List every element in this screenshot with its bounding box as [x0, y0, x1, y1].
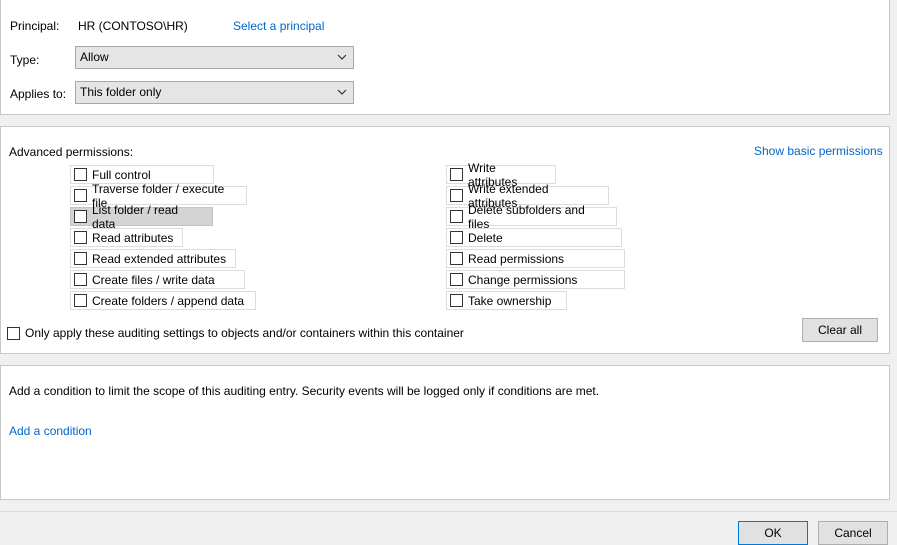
- perm-label: Change permissions: [468, 272, 578, 287]
- checkbox[interactable]: [450, 273, 463, 286]
- perm-label: Read permissions: [468, 251, 565, 266]
- only-apply-checkbox-row[interactable]: Only apply these auditing settings to ob…: [7, 326, 464, 340]
- perm-label: Take ownership: [468, 293, 552, 308]
- perm-label: Delete subfolders and files: [468, 202, 585, 231]
- show-basic-permissions-link[interactable]: Show basic permissions: [754, 144, 883, 158]
- perm-list-folder[interactable]: List folder / read data: [70, 203, 213, 231]
- perm-label: Create folders / append data: [92, 293, 245, 308]
- perm-label: List folder / read data: [92, 202, 179, 231]
- add-condition-link[interactable]: Add a condition: [9, 424, 92, 438]
- checkbox[interactable]: [450, 168, 463, 181]
- condition-description: Add a condition to limit the scope of th…: [9, 384, 600, 398]
- cancel-button[interactable]: Cancel: [818, 521, 888, 545]
- applies-to-label: Applies to:: [10, 87, 67, 101]
- applies-to-dropdown[interactable]: This folder only: [75, 81, 354, 104]
- checkbox[interactable]: [450, 189, 463, 202]
- perm-label: Read extended attributes: [92, 251, 227, 266]
- clear-all-button[interactable]: Clear all: [802, 318, 878, 342]
- advanced-permissions-label: Advanced permissions:: [9, 145, 134, 159]
- type-dropdown-value: Allow: [80, 50, 109, 64]
- perm-delete[interactable]: Delete: [446, 228, 622, 247]
- perm-read-extended-attributes[interactable]: Read extended attributes: [70, 249, 236, 268]
- checkbox[interactable]: [74, 231, 87, 244]
- applies-to-dropdown-value: This folder only: [80, 85, 162, 99]
- ok-button[interactable]: OK: [738, 521, 808, 545]
- checkbox[interactable]: [74, 168, 87, 181]
- footer-separator: [0, 511, 897, 512]
- checkbox[interactable]: [74, 294, 87, 307]
- checkbox[interactable]: [450, 210, 463, 223]
- type-dropdown[interactable]: Allow: [75, 46, 354, 69]
- checkbox[interactable]: [74, 210, 87, 223]
- checkbox[interactable]: [450, 231, 463, 244]
- perm-delete-subfolders[interactable]: Delete subfolders and files: [446, 203, 617, 231]
- advanced-permissions-panel: Advanced permissions: Show basic permiss…: [0, 126, 890, 354]
- perm-take-ownership[interactable]: Take ownership: [446, 291, 567, 310]
- principal-label: Principal:: [10, 19, 60, 33]
- select-principal-link[interactable]: Select a principal: [233, 19, 324, 33]
- checkbox[interactable]: [74, 273, 87, 286]
- checkbox[interactable]: [450, 294, 463, 307]
- principal-value: HR (CONTOSO\HR): [78, 19, 188, 33]
- chevron-down-icon: [337, 54, 347, 60]
- principal-panel: Principal: HR (CONTOSO\HR) Select a prin…: [0, 0, 890, 115]
- perm-change-permissions[interactable]: Change permissions: [446, 270, 625, 289]
- perm-label: Full control: [92, 167, 151, 182]
- checkbox[interactable]: [450, 252, 463, 265]
- only-apply-checkbox[interactable]: [7, 326, 20, 340]
- chevron-down-icon: [337, 89, 347, 95]
- perm-label: Create files / write data: [92, 272, 215, 287]
- perm-create-folders[interactable]: Create folders / append data: [70, 291, 256, 310]
- perm-read-attributes[interactable]: Read attributes: [70, 228, 183, 247]
- checkbox[interactable]: [74, 189, 87, 202]
- perm-create-files[interactable]: Create files / write data: [70, 270, 245, 289]
- perm-label: Read attributes: [92, 230, 174, 245]
- only-apply-label: Only apply these auditing settings to ob…: [25, 326, 464, 340]
- condition-panel: Add a condition to limit the scope of th…: [0, 365, 890, 500]
- type-label: Type:: [10, 53, 40, 67]
- checkbox[interactable]: [74, 252, 87, 265]
- perm-read-permissions[interactable]: Read permissions: [446, 249, 625, 268]
- perm-label: Delete: [468, 230, 503, 245]
